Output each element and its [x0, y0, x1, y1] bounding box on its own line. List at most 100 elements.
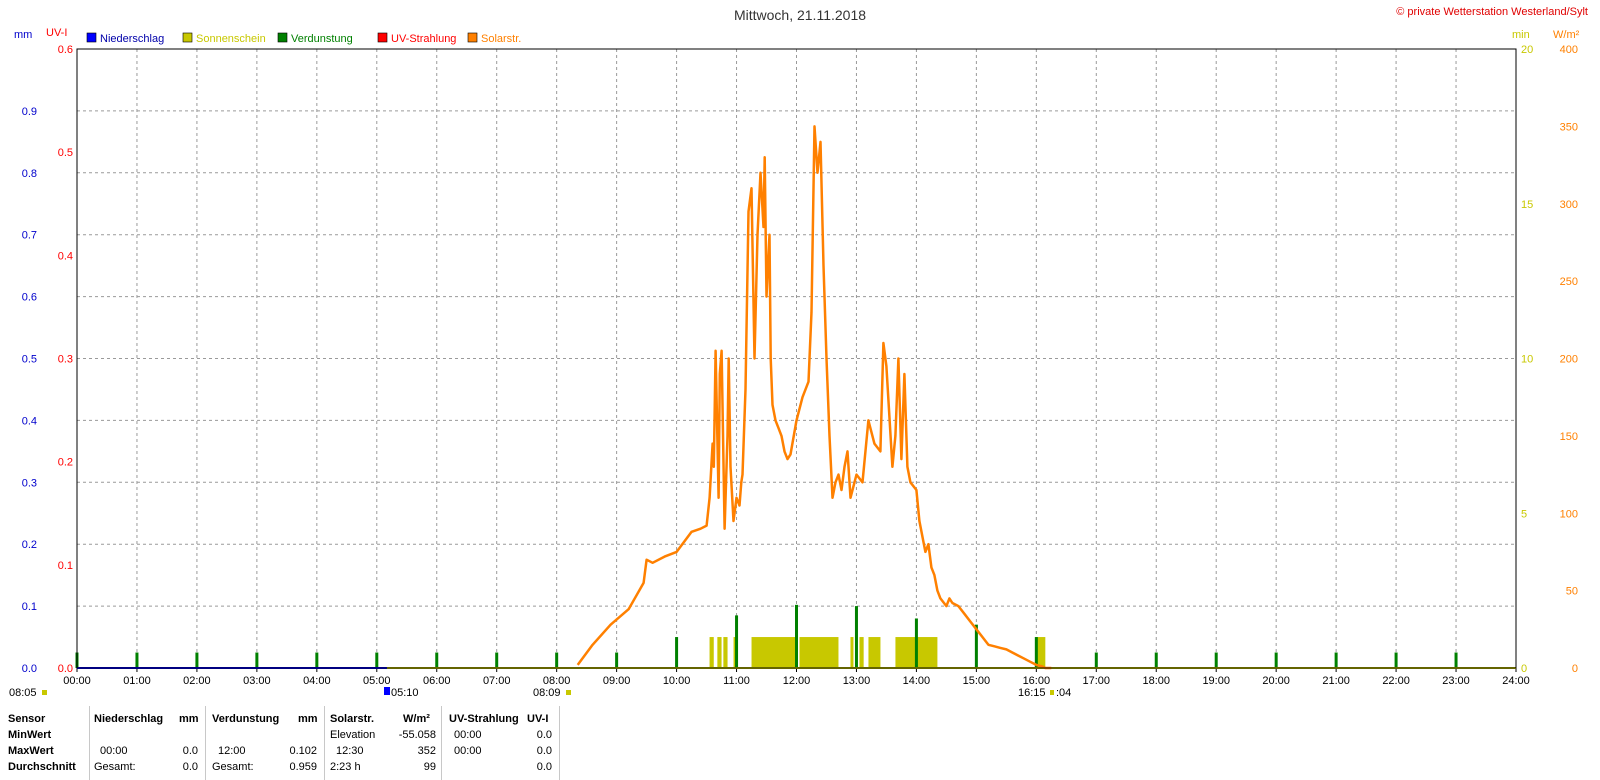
mm-axis-label: mm — [14, 29, 32, 41]
stats-header-mm1: mm — [179, 713, 199, 725]
uv-axis-label: UV-I — [46, 27, 67, 39]
stats-uv-value: 0.0 — [536, 761, 552, 773]
legend: Niederschlag Sonnenschein Verdunstung UV-St… — [86, 32, 521, 45]
min-tick-label: 5 — [1521, 508, 1527, 520]
uv-tick-label: 0.2 — [58, 457, 73, 469]
x-tick-label: 15:00 — [963, 675, 991, 687]
stats-verdunstung-time: Gesamt: — [212, 761, 254, 773]
sonnenschein-bar — [850, 637, 854, 668]
wm2-tick-label: 50 — [1566, 586, 1578, 598]
min-tick-label: 20 — [1521, 44, 1533, 56]
stats-niederschlag-value: 0.0 — [182, 761, 198, 773]
sonnenschein-bar — [751, 637, 797, 668]
legend-label: Sonnenschein — [196, 33, 266, 45]
verdunstung-bar — [495, 652, 499, 668]
verdunstung-bar — [1154, 652, 1158, 668]
time-markers: 08:05 05:10 08:09 16:15:04 — [9, 687, 1071, 699]
sonnenschein-series — [709, 637, 1046, 668]
marker-sunset-extra: :04 — [1056, 687, 1071, 699]
x-tick-label: 12:00 — [783, 675, 811, 687]
verdunstung-bar — [914, 618, 918, 668]
mm-tick-label: 0.5 — [22, 354, 37, 366]
verdunstung-bar — [1334, 652, 1338, 668]
stats-solar-time: Elevation — [330, 729, 376, 741]
wm2-tick-label: 350 — [1560, 121, 1578, 133]
x-tick-label: 19:00 — [1202, 675, 1230, 687]
x-tick-label: 17:00 — [1083, 675, 1111, 687]
stats-solar-value: 352 — [417, 745, 436, 757]
stats-uv-value: 0.0 — [536, 729, 552, 741]
x-tick-label: 20:00 — [1262, 675, 1290, 687]
stats-separator — [559, 706, 560, 780]
marker-sun-icon — [42, 690, 47, 695]
min-tick-label: 15 — [1521, 199, 1533, 211]
legend-swatch — [277, 32, 288, 43]
stats-separator — [89, 706, 90, 780]
verdunstung-bar — [1394, 652, 1398, 668]
x-tick-label: 24:00 — [1502, 675, 1530, 687]
verdunstung-bar — [375, 652, 379, 668]
stats-header-verdunstung: Verdunstung — [212, 713, 280, 725]
copyright-label: © private Wetterstation Westerland/Sylt — [1396, 6, 1588, 18]
x-tick-label: 22:00 — [1382, 675, 1410, 687]
verdunstung-bar — [1094, 652, 1098, 668]
verdunstung-bar — [315, 652, 319, 668]
x-tick-label: 04:00 — [303, 675, 331, 687]
min-tick-label: 10 — [1521, 354, 1533, 366]
uv-tick-label: 0.3 — [58, 354, 73, 366]
uv-tick-label: 0.4 — [58, 250, 73, 262]
marker-sunset-time: 16:15 — [1018, 687, 1046, 699]
sonnenschein-bar — [859, 637, 864, 668]
stats-uv-value: 0.0 — [536, 745, 552, 757]
stats-row-label: Durchschnitt — [8, 761, 76, 773]
mm-tick-label: 0.0 — [22, 663, 37, 675]
verdunstung-bar — [615, 652, 619, 668]
stats-verdunstung-time: 12:00 — [218, 745, 246, 757]
stats-header-mm2: mm — [298, 713, 318, 725]
x-tick-label: 06:00 — [423, 675, 451, 687]
verdunstung-bar — [735, 615, 739, 668]
x-tick-label: 18:00 — [1142, 675, 1170, 687]
x-tick-label: 13:00 — [843, 675, 871, 687]
legend-label: Solarstr. — [481, 33, 521, 45]
stats-solar-time: 12:30 — [336, 745, 364, 757]
x-tick-label: 07:00 — [483, 675, 511, 687]
solar-series — [576, 125, 1052, 670]
stats-separator — [441, 706, 442, 780]
legend-swatch — [86, 32, 97, 43]
stats-header-uvi: UV-I — [527, 713, 549, 725]
stats-row-label: MinWert — [8, 729, 52, 741]
solar-line — [576, 125, 1052, 670]
marker-sun-icon — [566, 690, 571, 695]
x-tick-label: 01:00 — [123, 675, 151, 687]
stats-header-wm2: W/m² — [403, 713, 430, 725]
verdunstung-bar — [195, 652, 199, 668]
x-tick-label: 00:00 — [63, 675, 91, 687]
verdunstung-bar — [1214, 652, 1218, 668]
sonnenschein-bar — [868, 637, 881, 668]
verdunstung-bar — [675, 637, 679, 668]
mm-tick-label: 0.2 — [22, 539, 37, 551]
stats-verdunstung-value: 0.959 — [289, 761, 317, 773]
mm-tick-label: 0.9 — [22, 106, 37, 118]
x-tick-label: 03:00 — [243, 675, 271, 687]
wm2-tick-label: 250 — [1560, 276, 1578, 288]
uv-tick-label: 0.0 — [58, 663, 73, 675]
legend-swatch — [467, 32, 478, 43]
wm2-axis-label: W/m² — [1553, 29, 1580, 41]
verdunstung-bar — [1274, 652, 1278, 668]
verdunstung-bar — [1454, 652, 1458, 668]
wm2-tick-label: 100 — [1560, 508, 1578, 520]
x-tick-label: 10:00 — [663, 675, 691, 687]
verdunstung-bar — [555, 652, 559, 668]
stats-verdunstung-value: 0.102 — [289, 745, 317, 757]
verdunstung-bar — [795, 604, 798, 668]
mm-tick-label: 0.6 — [22, 292, 37, 304]
mm-tick-label: 0.3 — [22, 477, 37, 489]
legend-label: Verdunstung — [291, 33, 353, 45]
mm-tick-label: 0.1 — [22, 601, 37, 613]
grid — [77, 49, 1516, 668]
mm-tick-label: 0.8 — [22, 168, 37, 180]
legend-swatch — [182, 32, 193, 43]
axis-ticks: 00:00 01:00 02:00 03:00 04:00 05:00 06:00 07:00… — [22, 44, 1578, 687]
